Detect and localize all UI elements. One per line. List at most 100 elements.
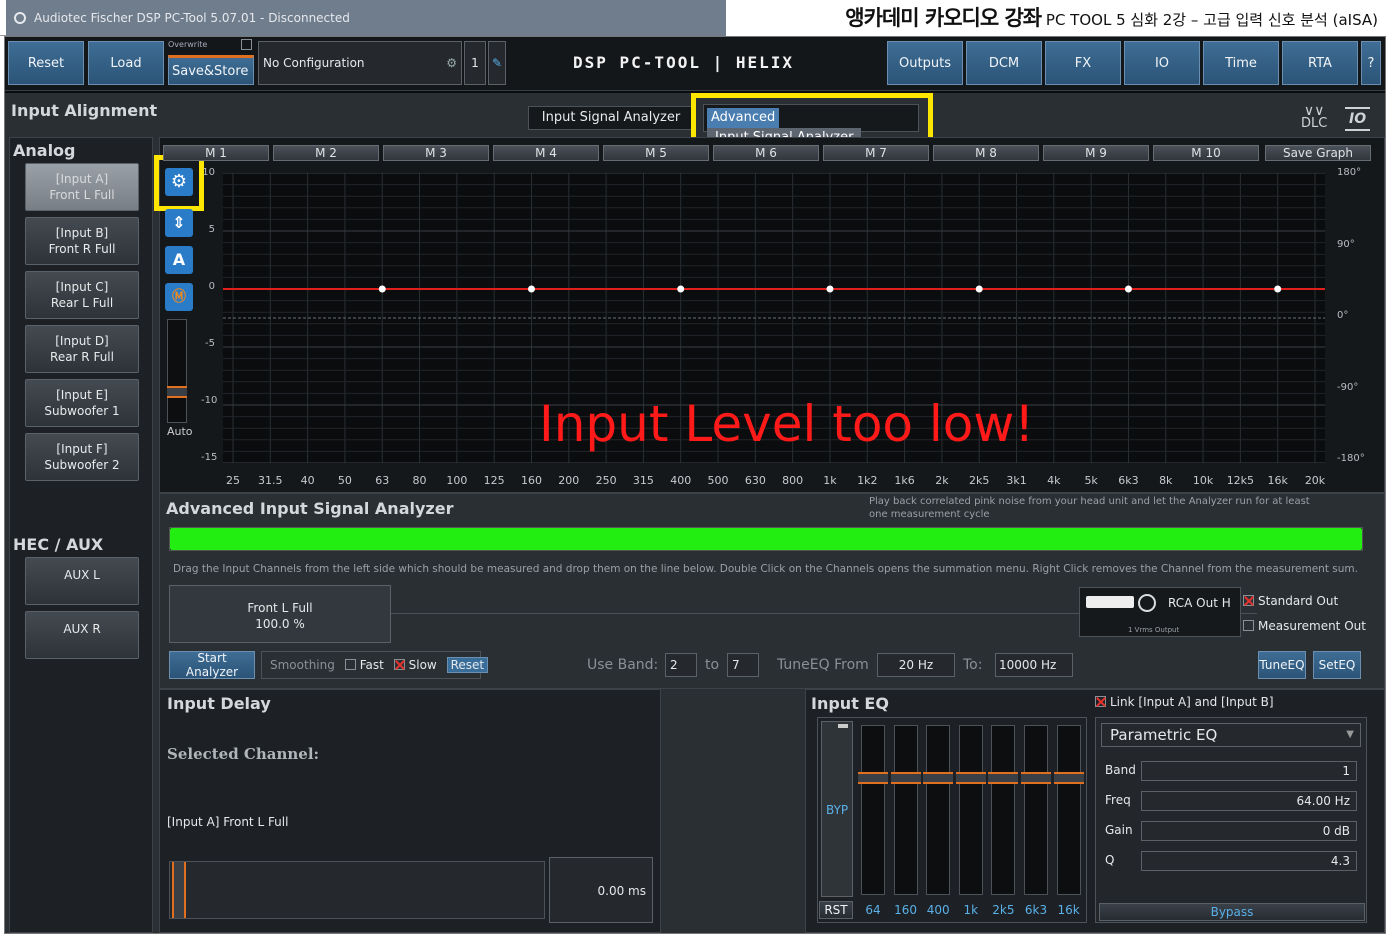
dlc-icon[interactable]: ∨∨ DLC xyxy=(1301,104,1327,130)
rta-button[interactable]: RTA xyxy=(1282,41,1358,85)
delay-slider-thumb[interactable] xyxy=(172,862,186,918)
sidebar-item-input-f[interactable]: [Input F] Subwoofer 2 xyxy=(25,433,139,481)
start-analyzer-button[interactable]: Start Analyzer xyxy=(169,651,255,679)
eq-param-field[interactable]: 0 dB xyxy=(1141,821,1357,841)
config-name-field[interactable]: No Configuration ⚙ xyxy=(258,41,462,85)
io-swap-icon[interactable]: IO xyxy=(1345,107,1371,131)
auto-label: Auto xyxy=(167,425,193,438)
input-name: Front R Full xyxy=(48,242,116,256)
tuneeq-button[interactable]: TuneEQ xyxy=(1258,651,1306,679)
eq-slider-thumb[interactable] xyxy=(858,772,888,784)
sidebar-item-input-b[interactable]: [Input B] Front R Full xyxy=(25,217,139,265)
selected-channel-value: [Input A] Front L Full xyxy=(167,815,289,829)
smoothing-reset-button[interactable]: Reset xyxy=(446,657,489,673)
reset-button[interactable]: Reset xyxy=(8,41,84,85)
eq-link-option[interactable]: Link [Input A] and [Input B] xyxy=(1095,695,1274,709)
vertical-scale-icon[interactable]: ⇕ xyxy=(165,209,193,237)
eq-param-field[interactable]: 4.3 xyxy=(1141,851,1357,871)
slow-label: Slow xyxy=(408,658,437,672)
slow-checkbox[interactable] xyxy=(393,659,405,670)
drop-channel-box[interactable]: Front L Full 100.0 % xyxy=(169,585,391,643)
seteq-button[interactable]: SetEQ xyxy=(1313,651,1361,679)
tab-m8[interactable]: M 8 xyxy=(933,145,1039,161)
band-to-spinner[interactable]: 7 xyxy=(727,653,759,677)
eq-band-slider[interactable] xyxy=(890,725,921,895)
io-button[interactable]: IO xyxy=(1124,41,1200,85)
eq-slider-thumb[interactable] xyxy=(955,772,986,784)
level-fader-thumb[interactable] xyxy=(167,386,187,398)
tab-m9[interactable]: M 9 xyxy=(1043,145,1149,161)
input-name: Rear L Full xyxy=(50,296,114,310)
smoothing-label: Smoothing xyxy=(270,658,335,672)
eq-slider-thumb[interactable] xyxy=(1053,772,1084,784)
eq-band-label: 160 xyxy=(894,903,918,917)
measurement-out-option[interactable]: Measurement Out xyxy=(1243,619,1366,633)
load-button[interactable]: Load xyxy=(88,41,164,85)
time-button[interactable]: Time xyxy=(1203,41,1279,85)
use-band-label: Use Band: xyxy=(587,657,659,673)
eq-slider-thumb[interactable] xyxy=(923,772,954,784)
rca-plug-icon xyxy=(1086,596,1134,608)
edit-config-icon[interactable]: ✎ xyxy=(488,41,506,85)
eq-param-field[interactable]: 1 xyxy=(1141,761,1357,781)
x-tick: 1k2 xyxy=(857,474,878,487)
eq-param-field[interactable]: 64.00 Hz xyxy=(1141,791,1357,811)
eq-band-slider[interactable] xyxy=(1021,725,1051,895)
measurement-m-icon[interactable]: Ⓜ xyxy=(165,283,193,311)
config-settings-icon[interactable]: ⚙ xyxy=(446,42,457,84)
tab-m2[interactable]: M 2 xyxy=(273,145,379,161)
level-fader[interactable] xyxy=(167,319,187,423)
eq-band-slider[interactable] xyxy=(1053,725,1084,895)
eq-band-slider[interactable] xyxy=(988,725,1019,895)
save-graph-button[interactable]: Save Graph xyxy=(1265,145,1371,161)
x-tick: 1k xyxy=(823,474,837,487)
eq-band-slider[interactable] xyxy=(923,725,954,895)
tab-m6[interactable]: M 6 xyxy=(713,145,819,161)
tuneeq-from-spinner[interactable]: 20 Hz xyxy=(877,653,955,677)
sidebar-item-input-e[interactable]: [Input E] Subwoofer 1 xyxy=(25,379,139,427)
outputs-button[interactable]: Outputs xyxy=(887,41,963,85)
standard-out-checkbox[interactable] xyxy=(1243,595,1254,606)
sidebar-item-aux-l[interactable]: AUX L xyxy=(25,557,139,605)
save-store-button[interactable]: Save&Store xyxy=(168,55,254,85)
dcm-button[interactable]: DCM xyxy=(966,41,1042,85)
overwrite-checkbox[interactable] xyxy=(241,39,252,50)
sidebar-item-input-c[interactable]: [Input C] Rear L Full xyxy=(25,271,139,319)
delay-slider[interactable] xyxy=(169,861,545,919)
standard-out-option[interactable]: Standard Out xyxy=(1243,594,1338,608)
eq-type-dropdown[interactable]: Parametric EQ ▼ xyxy=(1101,723,1361,747)
sidebar-item-input-d[interactable]: [Input D] Rear R Full xyxy=(25,325,139,373)
tab-m7[interactable]: M 7 xyxy=(823,145,929,161)
sidebar-item-input-a[interactable]: [Input A] Front L Full xyxy=(25,163,139,211)
tab-input-signal-analyzer[interactable]: Input Signal Analyzer xyxy=(528,106,694,130)
band-from-spinner[interactable]: 2 xyxy=(665,653,697,677)
y-tick-right: -90° xyxy=(1337,381,1359,393)
measurement-out-label: Measurement Out xyxy=(1258,619,1366,633)
input-id: [Input B] xyxy=(55,226,109,240)
eq-band-slider[interactable] xyxy=(858,725,888,895)
eq-bypass-button[interactable]: Bypass xyxy=(1099,903,1365,921)
eq-link-checkbox[interactable] xyxy=(1095,696,1106,707)
measurement-out-checkbox[interactable] xyxy=(1243,620,1254,631)
help-button[interactable]: ? xyxy=(1361,41,1381,85)
tuneeq-to-spinner[interactable]: 10000 Hz xyxy=(995,653,1073,677)
sidebar-item-aux-r[interactable]: AUX R xyxy=(25,611,139,659)
eq-param-label: Band xyxy=(1105,763,1136,777)
fx-button[interactable]: FX xyxy=(1045,41,1121,85)
tab-m10[interactable]: M 10 xyxy=(1153,145,1259,161)
eq-slider-thumb[interactable] xyxy=(988,772,1019,784)
fast-checkbox[interactable] xyxy=(344,659,356,670)
y-tick-left: 0 xyxy=(208,281,215,292)
tab-m4[interactable]: M 4 xyxy=(493,145,599,161)
rca-out-box[interactable]: RCA Out H 1 Vrms Output xyxy=(1079,587,1241,637)
eq-rst-button[interactable]: RST xyxy=(819,901,853,919)
tab-m1[interactable]: M 1 xyxy=(163,145,269,161)
tab-m5[interactable]: M 5 xyxy=(603,145,709,161)
tab-m3[interactable]: M 3 xyxy=(383,145,489,161)
auto-a-icon[interactable]: A xyxy=(165,246,193,274)
eq-slider-thumb[interactable] xyxy=(890,772,921,784)
eq-band-label: 1k xyxy=(963,903,979,917)
eq-slider-thumb[interactable] xyxy=(1021,772,1051,784)
eq-band-slider[interactable] xyxy=(955,725,986,895)
drop-channel-name: Front L Full xyxy=(247,601,313,615)
